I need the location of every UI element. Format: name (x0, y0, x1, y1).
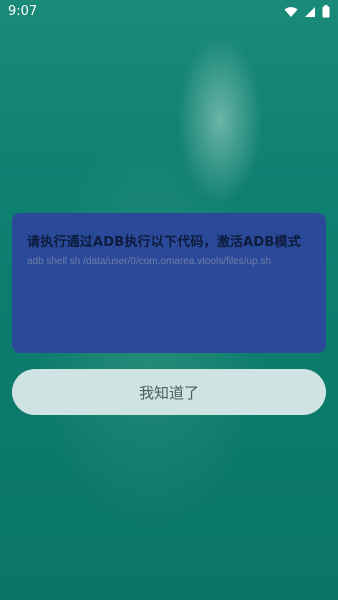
status-bar: 9:07 (0, 0, 338, 24)
signal-icon (305, 6, 315, 17)
status-time: 9:07 (8, 4, 38, 19)
wifi-icon (284, 6, 298, 17)
got-it-button[interactable]: 我知道了 (12, 369, 326, 415)
adb-command-text: adb shell sh /data/user/0/com.omarea.vto… (27, 256, 272, 267)
dialog-title: 请执行通过ADB执行以下代码，激活ADB模式 (27, 235, 301, 250)
adb-dialog-card: 请执行通过ADB执行以下代码，激活ADB模式 adb shell sh /dat… (12, 213, 326, 353)
battery-icon (322, 5, 330, 18)
status-icons (284, 5, 330, 18)
